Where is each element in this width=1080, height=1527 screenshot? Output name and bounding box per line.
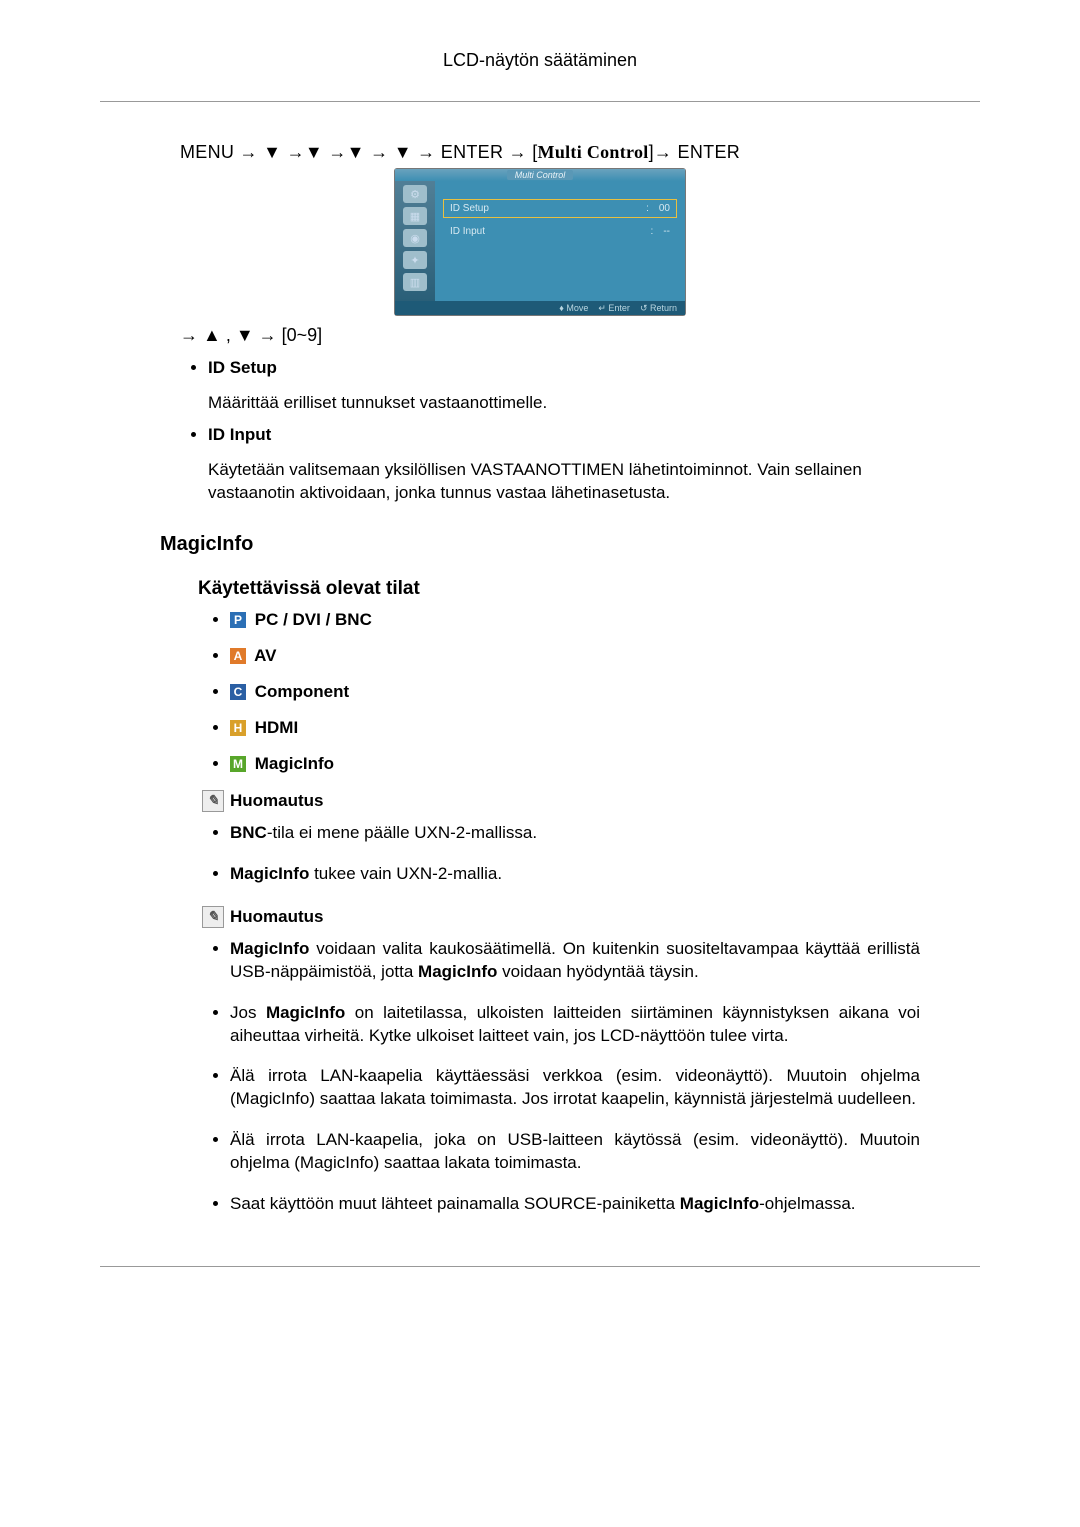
definition-id-setup: ID Setup Määrittää erilliset tunnukset v…	[208, 358, 920, 415]
osd-field-id-input: ID Input : --	[443, 222, 677, 241]
mode-magicinfo: M MagicInfo	[230, 754, 920, 774]
osd-field-value: --	[663, 226, 670, 237]
osd-icon-5: ▥	[403, 273, 427, 291]
definition-id-input: ID Input Käytetään valitsemaan yksilölli…	[208, 425, 920, 505]
osd-title: Multi Control	[507, 170, 574, 180]
badge-h-icon: H	[230, 720, 246, 736]
note-list-1: BNC-tila ei mene päälle UXN-2-mallissa. M…	[160, 822, 920, 886]
nav-menu: MENU	[180, 142, 234, 162]
mode-label: HDMI	[255, 718, 298, 737]
page-title: LCD-näytön säätäminen	[100, 50, 980, 71]
osd-icon-4: ✦	[403, 251, 427, 269]
nav-multi-control: Multi Control	[538, 142, 649, 162]
note-list-2: MagicInfo voidaan valita kaukosäätimellä…	[160, 938, 920, 1216]
colon: :	[646, 203, 649, 214]
definition-desc: Käytetään valitsemaan yksilöllisen VASTA…	[208, 459, 920, 505]
badge-a-icon: A	[230, 648, 246, 664]
osd-title-bar: Multi Control	[395, 169, 685, 181]
osd-icon-rail: ⚙ ▦ ◉ ✦ ▥	[395, 181, 435, 301]
note-item: Älä irrota LAN-kaapelia käyttäessäsi ver…	[230, 1065, 920, 1111]
note-item: BNC-tila ei mene päälle UXN-2-mallissa.	[230, 822, 920, 845]
note-label: Huomautus	[230, 791, 324, 811]
mode-av: A AV	[230, 646, 920, 666]
osd-field-label: ID Input	[450, 226, 641, 237]
arrow-icon: →	[240, 142, 258, 162]
osd-field-label: ID Setup	[450, 203, 636, 214]
subsection-modes: Käytettävissä olevat tilat	[198, 578, 920, 600]
down-icon: ▼	[263, 142, 281, 162]
osd-icon-2: ▦	[403, 207, 427, 225]
definition-title: ID Input	[208, 425, 271, 444]
down-icon: ▼	[305, 142, 323, 162]
colon: :	[651, 226, 654, 237]
nav-enter: ENTER	[678, 142, 741, 162]
arrow-icon: →	[328, 142, 346, 162]
section-magicinfo: MagicInfo	[160, 533, 920, 556]
note-item: MagicInfo voidaan valita kaukosäätimellä…	[230, 938, 920, 984]
osd-panel: Multi Control ⚙ ▦ ◉ ✦ ▥ ID Setup : 00 ID…	[395, 169, 685, 315]
note-item: Jos MagicInfo on laitetilassa, ulkoisten…	[230, 1002, 920, 1048]
badge-c-icon: C	[230, 684, 246, 700]
osd-move: ♦ Move	[559, 303, 588, 313]
badge-p-icon: P	[230, 612, 246, 628]
mode-pc: P PC / DVI / BNC	[230, 610, 920, 630]
range-instruction: → ▲ , ▼ → [0~9]	[180, 325, 920, 346]
nav-enter: ENTER	[441, 142, 504, 162]
osd-return: ↺ Return	[640, 303, 677, 314]
note-item: Älä irrota LAN-kaapelia, joka on USB-lai…	[230, 1129, 920, 1175]
note-header-1: ✎ Huomautus	[202, 790, 920, 812]
arrow-icon: →	[654, 142, 672, 162]
note-item: MagicInfo tukee vain UXN-2-mallia.	[230, 863, 920, 886]
mode-label: MagicInfo	[255, 754, 334, 773]
osd-body: ⚙ ▦ ◉ ✦ ▥ ID Setup : 00 ID Input : --	[395, 181, 685, 301]
osd-footer: ♦ Move ↵ Enter ↺ Return	[395, 301, 685, 315]
mode-label: Component	[255, 682, 349, 701]
definition-title: ID Setup	[208, 358, 277, 377]
arrow-icon: →	[370, 142, 388, 162]
note-icon: ✎	[202, 906, 224, 928]
content-area: MENU → ▼ →▼ →▼ → ▼ → ENTER → [Multi Cont…	[100, 101, 980, 1267]
arrow-icon: →	[287, 142, 305, 162]
down-icon: ▼	[394, 142, 412, 162]
badge-m-icon: M	[230, 756, 246, 772]
note-icon: ✎	[202, 790, 224, 812]
definition-desc: Määrittää erilliset tunnukset vastaanott…	[208, 392, 920, 415]
osd-main: ID Setup : 00 ID Input : --	[435, 181, 685, 301]
mode-label: AV	[254, 646, 276, 665]
osd-field-id-setup: ID Setup : 00	[443, 199, 677, 218]
osd-icon-3: ◉	[403, 229, 427, 247]
arrow-icon: →	[509, 142, 527, 162]
definition-list: ID Setup Määrittää erilliset tunnukset v…	[160, 358, 920, 505]
note-label: Huomautus	[230, 907, 324, 927]
osd-icon-1: ⚙	[403, 185, 427, 203]
nav-path: MENU → ▼ →▼ →▼ → ▼ → ENTER → [Multi Cont…	[180, 142, 920, 163]
down-icon: ▼	[347, 142, 365, 162]
osd-field-value: 00	[659, 203, 670, 214]
osd-enter: ↵ Enter	[598, 303, 630, 314]
note-item: Saat käyttöön muut lähteet painamalla SO…	[230, 1193, 920, 1216]
arrow-icon: →	[417, 142, 435, 162]
note-header-2: ✎ Huomautus	[202, 906, 920, 928]
mode-list: P PC / DVI / BNC A AV C Component H HDMI…	[160, 610, 920, 774]
mode-hdmi: H HDMI	[230, 718, 920, 738]
mode-component: C Component	[230, 682, 920, 702]
mode-label: PC / DVI / BNC	[255, 610, 372, 629]
